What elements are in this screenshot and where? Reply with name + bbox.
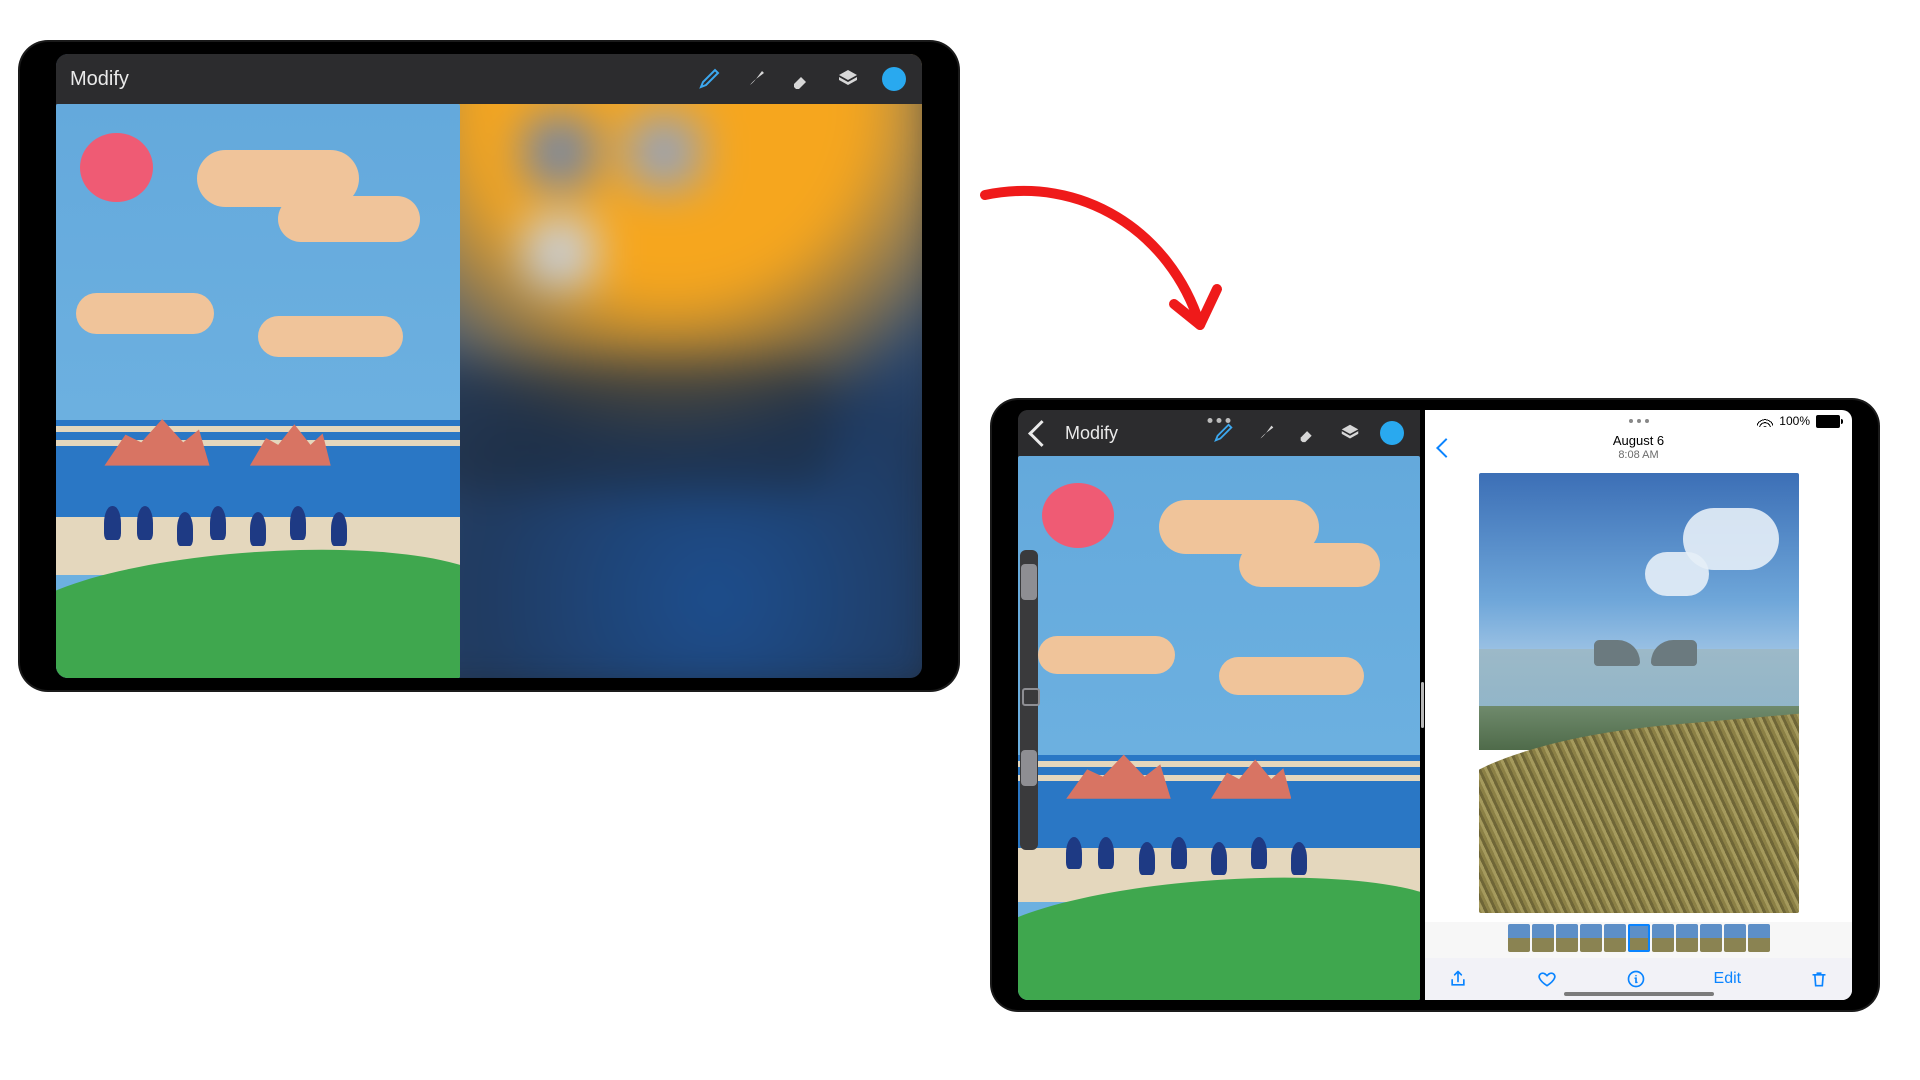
share-icon[interactable]	[1447, 968, 1469, 990]
ipad-device-left: Modify	[20, 42, 958, 690]
selected-thumbnail[interactable]	[1628, 924, 1650, 952]
photo-date-title: August 6 8:08 AM	[1613, 434, 1664, 462]
color-swatch[interactable]	[880, 65, 908, 93]
eraser-icon[interactable]	[1294, 419, 1322, 447]
back-icon[interactable]	[1436, 438, 1456, 458]
wifi-icon	[1757, 415, 1773, 427]
canvas-artwork[interactable]	[1018, 456, 1420, 1000]
screen: Modify	[56, 54, 922, 678]
procreate-toolbar: Modify	[56, 54, 922, 104]
device-bezel: Modify	[1018, 410, 1852, 1000]
screen: Modify	[1018, 410, 1852, 1000]
brush-icon[interactable]	[1210, 419, 1238, 447]
multitask-dots-icon[interactable]	[1208, 418, 1231, 423]
modify-square-icon[interactable]	[1022, 688, 1040, 706]
ipad-device-right: Modify	[992, 400, 1878, 1010]
transition-arrow	[970, 170, 1250, 370]
heart-icon[interactable]	[1536, 968, 1558, 990]
battery-percent: 100%	[1779, 414, 1810, 428]
eraser-icon[interactable]	[788, 65, 816, 93]
split-view-left-app: Modify	[1018, 410, 1420, 1000]
layers-icon[interactable]	[834, 65, 862, 93]
trash-icon[interactable]	[1808, 968, 1830, 990]
photos-nav-bar: August 6 8:08 AM	[1425, 432, 1852, 464]
split-view-right-app: 100% August 6 8:08 AM	[1425, 410, 1852, 1000]
layers-icon[interactable]	[1336, 419, 1364, 447]
photo-viewer[interactable]	[1425, 464, 1852, 922]
modify-button[interactable]: Modify	[70, 68, 129, 91]
reference-photo[interactable]	[1479, 473, 1799, 913]
edit-button[interactable]: Edit	[1714, 970, 1742, 988]
status-bar: 100%	[1425, 410, 1852, 432]
device-bezel: Modify	[56, 54, 922, 678]
info-icon[interactable]	[1625, 968, 1647, 990]
battery-icon	[1816, 415, 1840, 428]
photo-date: August 6	[1613, 434, 1664, 449]
canvas-artwork[interactable]	[56, 104, 460, 678]
smudge-icon[interactable]	[1252, 419, 1280, 447]
photo-time: 8:08 AM	[1618, 449, 1658, 462]
brush-size-opacity-sliders[interactable]	[1020, 550, 1038, 850]
brush-icon[interactable]	[696, 65, 724, 93]
color-swatch[interactable]	[1378, 419, 1406, 447]
smudge-icon[interactable]	[742, 65, 770, 93]
photo-thumbnail-strip[interactable]	[1425, 922, 1852, 958]
modify-button[interactable]: Modify	[1065, 423, 1118, 444]
procreate-toolbar: Modify	[1018, 410, 1420, 456]
back-icon[interactable]	[1028, 420, 1055, 447]
home-indicator[interactable]	[1564, 992, 1714, 996]
multitask-dots-icon[interactable]	[1629, 419, 1649, 423]
